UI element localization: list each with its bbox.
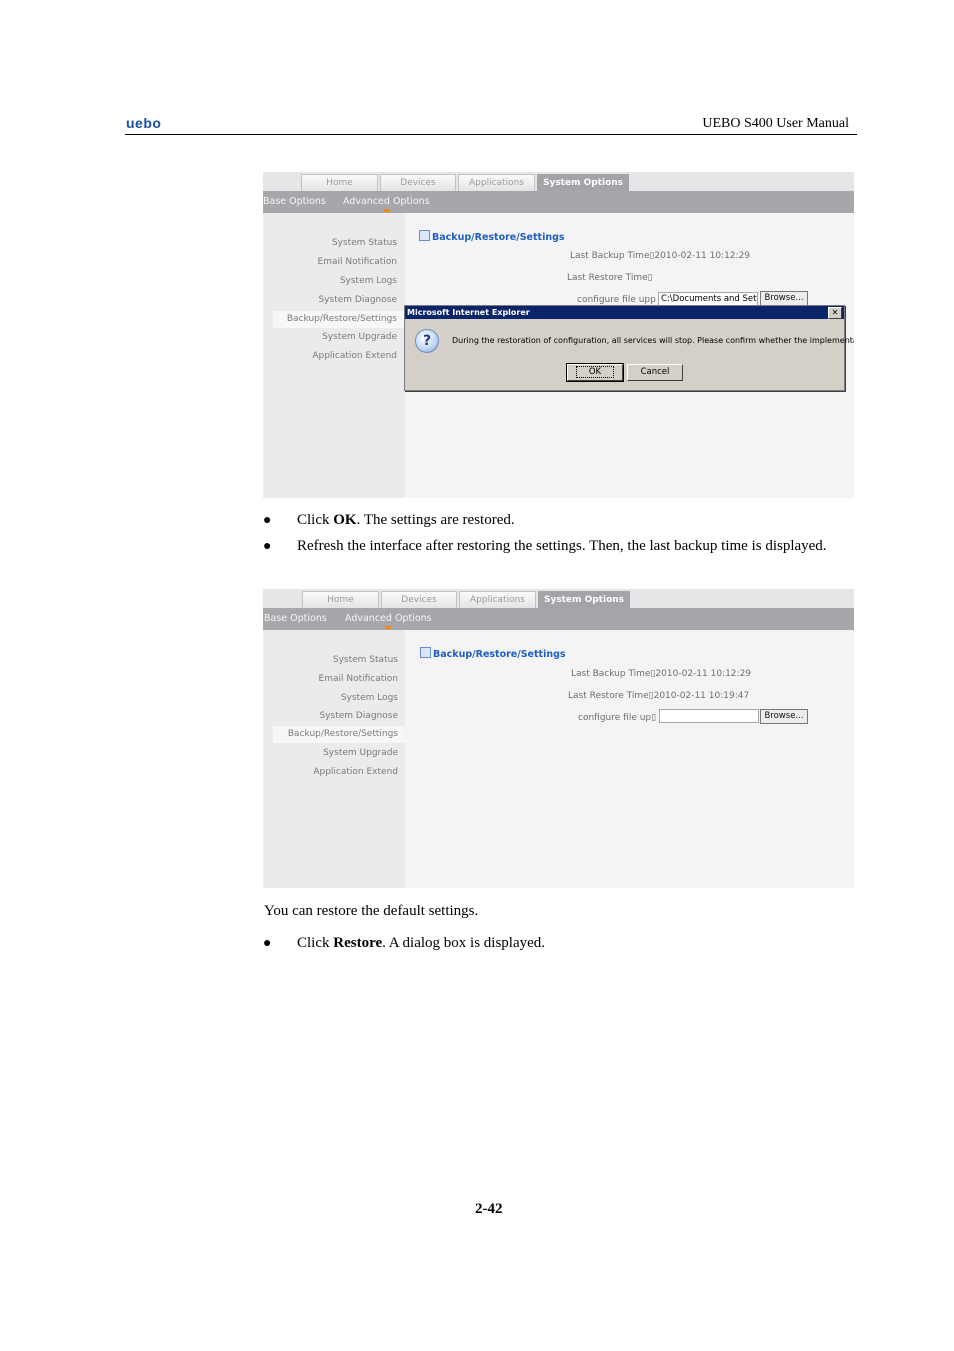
section-title: Backup/Restore/Settings (419, 230, 565, 243)
tab-devices[interactable]: Devices (380, 174, 456, 191)
configure-file-input[interactable]: C:\Documents and Sett (658, 292, 758, 306)
sidebar-item-backup-restore[interactable]: Backup/Restore/Settings (273, 726, 405, 743)
bullet-icon: ● (263, 539, 272, 554)
sidebar-item-system-status[interactable]: System Status (333, 655, 398, 665)
restore-default-paragraph: You can restore the default settings. (264, 903, 479, 919)
browse-button[interactable]: Browse... (760, 709, 808, 724)
dialog-title: Microsoft Internet Explorer (405, 306, 844, 319)
sidebar-item-email-notification[interactable]: Email Notification (318, 257, 397, 267)
screenshot-restored: Home Devices Applications System Options… (263, 589, 854, 888)
sub-nav-bar: Base Options Advanced Options (263, 191, 854, 213)
sidebar-item-backup-restore[interactable]: Backup/Restore/Settings (273, 311, 405, 328)
tab-system-options[interactable]: System Options (537, 174, 629, 191)
bullet-prefix: Click (297, 935, 334, 951)
last-restore-time: Last Restore Time▯ (567, 273, 653, 283)
header-divider (125, 134, 857, 135)
subtab-base-options[interactable]: Base Options (263, 196, 326, 207)
edit-icon (420, 647, 431, 658)
bullet-bold: OK (333, 512, 357, 528)
last-backup-time: Last Backup Time▯2010-02-11 10:12:29 (571, 669, 752, 679)
confirm-dialog: Microsoft Internet Explorer ✕ ? During t… (404, 305, 854, 391)
last-backup-time: Last Backup Time▯2010-02-11 10:12:29 (570, 251, 751, 261)
sidebar-item-system-upgrade[interactable]: System Upgrade (322, 332, 397, 342)
ok-button[interactable]: OK (566, 363, 624, 382)
sidebar-item-email-notification[interactable]: Email Notification (319, 674, 398, 684)
bullet-prefix: Click (297, 512, 334, 528)
top-tab-bar: Home Devices Applications System Options (263, 589, 854, 608)
sidebar-item-system-upgrade[interactable]: System Upgrade (323, 748, 398, 758)
bullet-icon: ● (263, 513, 272, 528)
active-subtab-indicator (384, 209, 390, 212)
section-title-text: Backup/Restore/Settings (433, 649, 566, 660)
bullet-text: Click OK. The settings are restored. (297, 511, 837, 530)
tab-devices[interactable]: Devices (381, 591, 457, 608)
bullet-text: Refresh the interface after restoring th… (297, 538, 827, 554)
sidebar-item-system-logs[interactable]: System Logs (341, 693, 398, 703)
edit-icon (419, 230, 430, 241)
sidebar-item-system-diagnose[interactable]: System Diagnose (319, 711, 398, 721)
sidebar-item-system-diagnose[interactable]: System Diagnose (318, 295, 397, 305)
sidebar: System Status Email Notification System … (263, 213, 405, 498)
top-tab-bar: Home Devices Applications System Options (263, 172, 854, 191)
close-icon[interactable]: ✕ (828, 307, 842, 319)
bullet-suffix: . A dialog box is displayed. (382, 935, 546, 951)
bullet-suffix: . The settings are restored. (356, 512, 515, 528)
browse-button[interactable]: Browse... (760, 291, 808, 306)
dialog-message: During the restoration of configuration,… (452, 336, 854, 345)
brand-logo: uebo (126, 115, 162, 131)
sub-nav-bar: Base Options Advanced Options (263, 608, 854, 630)
subtab-advanced-options[interactable]: Advanced Options (345, 613, 432, 624)
content-panel: Backup/Restore/Settings Last Backup Time… (405, 630, 854, 888)
sidebar-item-system-status[interactable]: System Status (332, 238, 397, 248)
bullet-text: Click Restore. A dialog box is displayed… (297, 934, 837, 953)
ok-button-label: OK (575, 366, 615, 378)
sidebar-item-application-extend[interactable]: Application Extend (313, 767, 398, 777)
tab-system-options[interactable]: System Options (538, 591, 630, 608)
section-title: Backup/Restore/Settings (420, 647, 566, 660)
tab-home[interactable]: Home (301, 174, 378, 191)
configure-file-label: configure file upp (577, 295, 656, 305)
tab-applications[interactable]: Applications (459, 591, 536, 608)
page-number: 2-42 (475, 1201, 503, 1217)
configure-file-label: configure file up▯ (578, 713, 657, 723)
last-restore-time: Last Restore Time▯2010-02-11 10:19:47 (568, 691, 750, 701)
sidebar-item-system-logs[interactable]: System Logs (340, 276, 397, 286)
sidebar: System Status Email Notification System … (263, 630, 405, 888)
section-title-text: Backup/Restore/Settings (432, 232, 565, 243)
configure-file-input[interactable] (659, 709, 759, 723)
sidebar-item-application-extend[interactable]: Application Extend (312, 351, 397, 361)
subtab-base-options[interactable]: Base Options (264, 613, 327, 624)
manual-title: UEBO S400 User Manual (702, 116, 849, 131)
cancel-button[interactable]: Cancel (627, 364, 683, 381)
bullet-bold: Restore (333, 935, 383, 951)
subtab-advanced-options[interactable]: Advanced Options (343, 196, 430, 207)
screenshot-restore-confirm: Home Devices Applications System Options… (263, 172, 854, 498)
question-icon: ? (415, 329, 439, 353)
active-subtab-indicator (385, 626, 391, 629)
tab-applications[interactable]: Applications (458, 174, 535, 191)
tab-home[interactable]: Home (302, 591, 379, 608)
bullet-icon: ● (263, 936, 272, 951)
